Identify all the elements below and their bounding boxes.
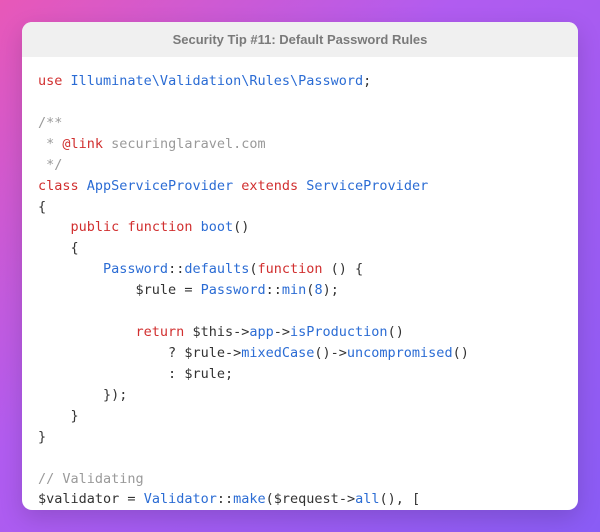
var-rule: $rule	[136, 282, 177, 298]
docblock-open: /**	[38, 115, 62, 131]
brace-close: }	[38, 429, 46, 445]
fn-mixedcase: mixedCase	[241, 345, 314, 361]
op-arrow: ->	[274, 324, 290, 340]
kw-return: return	[136, 324, 185, 340]
class-app: AppServiceProvider	[87, 178, 233, 194]
var-rule-3: $rule	[184, 366, 225, 382]
fn-all: all	[355, 491, 379, 507]
op-assign: =	[127, 491, 135, 507]
code-block: use Illuminate\Validation\Rules\Password…	[22, 57, 578, 510]
fn-defaults: defaults	[184, 261, 249, 277]
op-scope: ::	[168, 261, 184, 277]
card-header: Security Tip #11: Default Password Rules	[22, 22, 578, 57]
class-password-2: Password	[201, 282, 266, 298]
fn-isproduction: isProduction	[290, 324, 388, 340]
docblock-star: *	[38, 136, 62, 152]
fn-boot: boot	[201, 219, 234, 235]
num-min-arg: 8	[314, 282, 322, 298]
var-request: $request	[274, 491, 339, 507]
docblock-link-tag: @link	[62, 136, 103, 152]
code-card: Security Tip #11: Default Password Rules…	[22, 22, 578, 510]
var-rule-2: $rule	[184, 345, 225, 361]
class-password: Password	[103, 261, 168, 277]
fn-min: min	[282, 282, 306, 298]
op-arrow: ->	[339, 491, 355, 507]
brace-close: }	[71, 408, 79, 424]
op-arrow: ->	[233, 324, 249, 340]
docblock-link-url: securinglaravel.com	[111, 136, 265, 152]
var-validator: $validator	[38, 491, 119, 507]
class-service: ServiceProvider	[306, 178, 428, 194]
fn-make: make	[233, 491, 266, 507]
namespace-path: Illuminate\Validation\Rules\Password	[71, 73, 364, 89]
comment-validating: // Validating	[38, 471, 144, 487]
kw-function: function	[127, 219, 192, 235]
docblock-close: */	[38, 157, 62, 173]
op-arrow: ->	[331, 345, 347, 361]
brace-open: {	[38, 199, 46, 215]
kw-extends: extends	[241, 178, 298, 194]
brace-open: {	[71, 240, 79, 256]
kw-class: class	[38, 178, 79, 194]
class-validator: Validator	[144, 491, 217, 507]
kw-use: use	[38, 73, 62, 89]
kw-function-closure: function	[258, 261, 323, 277]
fn-uncompromised: uncompromised	[347, 345, 453, 361]
op-scope: ::	[217, 491, 233, 507]
kw-public: public	[71, 219, 120, 235]
op-assign: =	[184, 282, 192, 298]
prop-app: app	[249, 324, 273, 340]
var-this: $this	[192, 324, 233, 340]
header-title: Security Tip #11: Default Password Rules	[173, 32, 428, 47]
op-arrow: ->	[225, 345, 241, 361]
op-scope: ::	[266, 282, 282, 298]
